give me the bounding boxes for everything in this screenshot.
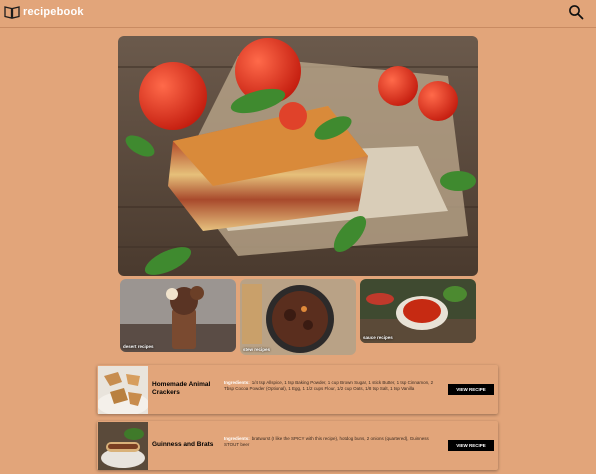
recipe-card: Homemade Animal Crackers Ingredients: 1/4… <box>97 365 498 414</box>
view-recipe-button[interactable]: VIEW RECIPE <box>448 384 494 395</box>
brand-name[interactable]: recipebook <box>23 6 84 18</box>
ingredients-text: bratwurst (I like the SPICY with this re… <box>224 436 429 447</box>
ingredients-label: Ingredients: <box>224 380 250 385</box>
desert-recipes-image <box>120 279 236 352</box>
category-sauce-recipes[interactable]: sauce recipes <box>360 279 476 343</box>
category-desert-recipes[interactable]: desert recipes <box>120 279 236 352</box>
ingredients-text: 1/4 tsp Allspice, 1 tsp Baking Powder, 1… <box>224 380 434 391</box>
recipe-card: Guinness and Brats Ingredients: bratwurst… <box>97 421 498 470</box>
stew-recipes-image <box>240 279 356 355</box>
recipe-thumbnail[interactable] <box>98 422 148 470</box>
top-navbar: recipebook <box>0 0 596 28</box>
view-recipe-button[interactable]: VIEW RECIPE <box>448 440 494 451</box>
open-book-icon[interactable] <box>4 5 20 19</box>
hero-lasagna-image <box>118 36 478 276</box>
recipe-ingredients: Ingredients: 1/4 tsp Allspice, 1 tsp Baki… <box>224 380 440 392</box>
recipe-thumbnail[interactable] <box>98 366 148 414</box>
ingredients-label: Ingredients: <box>224 436 250 441</box>
category-stew-recipes[interactable]: stew recipes <box>240 279 356 355</box>
category-label: sauce recipes <box>363 335 393 340</box>
category-label: desert recipes <box>123 344 154 349</box>
recipe-title[interactable]: Guinness and Brats <box>152 441 217 449</box>
search-icon[interactable] <box>568 4 584 20</box>
recipe-ingredients: Ingredients: bratwurst (I like the SPICY … <box>224 436 440 448</box>
sauce-recipes-image <box>360 279 476 343</box>
recipe-title[interactable]: Homemade Animal Crackers <box>152 381 217 397</box>
category-label: stew recipes <box>243 347 271 352</box>
